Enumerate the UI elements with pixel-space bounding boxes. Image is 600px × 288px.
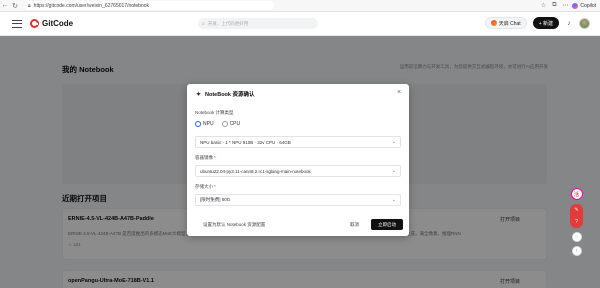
required-mark: * — [214, 155, 216, 160]
copilot-button[interactable]: Copilot — [572, 2, 596, 9]
logo-icon — [30, 19, 39, 28]
chat-label: 天启 Chat — [498, 20, 521, 27]
set-default-link[interactable]: 设置为默认 Notebook 资源配置 — [203, 222, 265, 228]
gitcode-logo[interactable]: GitCode — [30, 19, 73, 28]
image-label: 容器镜像* — [195, 155, 216, 161]
logo-text: GitCode — [42, 19, 74, 28]
compute-type-radio-group: NPU CPU — [195, 121, 240, 127]
spec-value: NPU basic · 1 * NPU 910B · 32v CPU · 64G… — [200, 139, 291, 145]
extensions-icon[interactable]: ⧉ — [550, 2, 558, 10]
copilot-label: Copilot — [580, 2, 596, 9]
copilot-icon — [572, 2, 579, 9]
activity-badge[interactable]: 活 — [570, 188, 583, 200]
more-icon[interactable]: ⋯ — [561, 2, 569, 10]
floating-toolbar: 活 ✎ ? ◌ ↑ — [570, 188, 583, 256]
url-text: https://gitcode.com/user/weixin_62765017… — [33, 2, 150, 9]
notebook-icon: ✦ — [195, 91, 202, 98]
storage-select[interactable]: [限时免费] 50G ⌄ — [195, 194, 401, 206]
chat-icon — [490, 20, 497, 26]
cancel-button[interactable]: 取消 — [345, 219, 364, 230]
radio-cpu-indicator — [221, 121, 228, 127]
new-button[interactable]: + 新建 — [532, 17, 559, 29]
avatar[interactable] — [579, 17, 590, 29]
chevron-down-icon: ⌄ — [391, 139, 396, 145]
image-value: ubuntu22.04-py3.11-cann8.2.rc1-sglang-ma… — [200, 168, 311, 174]
search-placeholder: 开发，上代码更好用 — [207, 20, 249, 26]
radio-npu-indicator — [195, 121, 201, 127]
start-button[interactable]: 立即启动 — [371, 219, 403, 230]
feedback-panel[interactable]: ✎ ? — [570, 204, 583, 228]
storage-label-text: 存储大小 — [195, 184, 213, 189]
chat-button[interactable]: 天启 Chat — [484, 17, 527, 29]
dialog-title: NoteBook 资源确认 — [205, 92, 255, 98]
site-header: GitCode ⌕ 开发，上代码更好用 天启 Chat + 新建 ♪ — [0, 12, 600, 36]
browser-toolbar: ← ↻ 🔒︎ https://gitcode.com/user/weixin_6… — [0, 0, 600, 12]
search-icon: ⌕ — [202, 20, 205, 27]
radio-cpu[interactable]: CPU — [221, 121, 241, 127]
scroll-top-icon[interactable]: ↑ — [571, 246, 582, 256]
search-input[interactable]: ⌕ 开发，上代码更好用 — [198, 18, 318, 29]
chevron-down-icon: ⌄ — [391, 168, 396, 174]
help-icon: ? — [575, 219, 578, 225]
lock-icon: 🔒︎ — [28, 2, 31, 9]
radio-npu-label: NPU — [203, 121, 214, 127]
bell-icon[interactable]: ♪ — [565, 19, 573, 27]
storage-value: [限时免费] 50G — [200, 197, 231, 202]
notebook-resource-dialog: ✦ NoteBook 资源确认 × Notebook 计算类型 NPU CPU … — [187, 84, 409, 236]
image-select[interactable]: ubuntu22.04-py3.11-cann8.2.rc1-sglang-ma… — [195, 165, 401, 177]
radio-cpu-label: CPU — [229, 121, 241, 127]
image-label-text: 容器镜像 — [195, 155, 213, 160]
back-icon[interactable]: ← — [0, 1, 10, 11]
required-mark: * — [214, 184, 216, 189]
radio-npu[interactable]: NPU — [195, 121, 214, 127]
chat-bubble-icon[interactable]: ◌ — [571, 232, 582, 242]
reload-icon[interactable]: ↻ — [10, 1, 20, 11]
spec-select[interactable]: NPU basic · 1 * NPU 910B · 32v CPU · 64G… — [195, 136, 401, 148]
address-bar[interactable]: 🔒︎ https://gitcode.com/user/weixin_62765… — [24, 1, 274, 10]
menu-icon[interactable] — [12, 19, 22, 28]
dialog-header: ✦ NoteBook 资源确认 — [195, 90, 255, 99]
compute-type-label: Notebook 计算类型 — [195, 110, 234, 115]
feedback-icon: ✎ — [574, 207, 579, 213]
storage-label: 存储大小* — [195, 184, 216, 190]
close-icon[interactable]: × — [395, 88, 403, 96]
star-icon[interactable]: ☆ — [539, 2, 547, 10]
chevron-down-icon: ⌄ — [391, 197, 396, 203]
